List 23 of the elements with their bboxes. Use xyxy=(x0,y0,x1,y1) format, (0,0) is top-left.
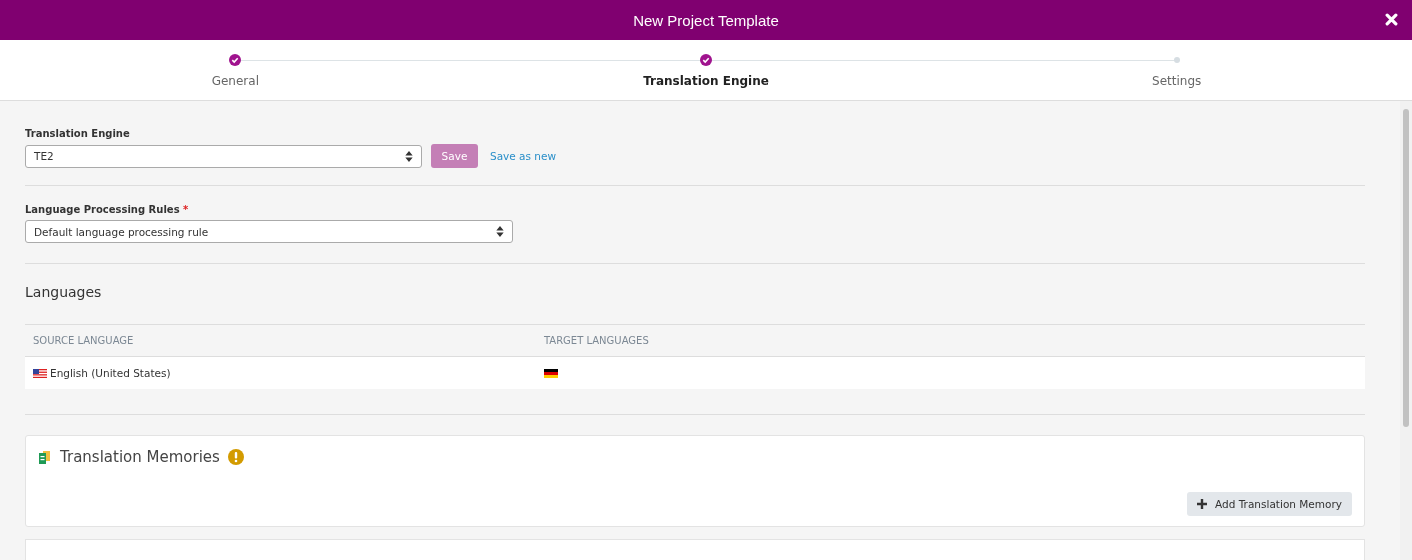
table-cell: English (United States) xyxy=(50,367,171,379)
scrollbar-thumb[interactable] xyxy=(1403,109,1409,427)
step-tab[interactable]: Settings xyxy=(1152,74,1202,88)
sort-icon xyxy=(496,226,504,237)
window-title: New Project Template xyxy=(633,11,779,29)
plus-icon xyxy=(1197,499,1208,509)
add-memory-button[interactable]: Add Translation Memory xyxy=(1187,492,1352,516)
field-label: Translation Engine xyxy=(25,128,131,139)
card-title: Translation Memories xyxy=(60,448,220,466)
column-header: SOURCE LANGUAGE xyxy=(33,335,135,346)
column-header: TARGET LANGUAGES xyxy=(544,335,650,346)
books-icon xyxy=(38,450,52,464)
required-mark: * xyxy=(183,204,189,215)
close-icon[interactable] xyxy=(1385,13,1398,26)
section-title: Languages xyxy=(25,284,103,300)
rules-select[interactable]: Default language processing rule xyxy=(25,220,513,243)
step-tab[interactable]: Translation Engine xyxy=(643,74,769,88)
flag-icon xyxy=(33,368,47,378)
field-label: Language Processing Rules xyxy=(25,204,180,215)
engine-select[interactable]: TE2 xyxy=(25,144,422,168)
step-tab[interactable]: General xyxy=(211,74,259,88)
flag-icon xyxy=(544,368,558,378)
sort-icon xyxy=(405,150,413,162)
